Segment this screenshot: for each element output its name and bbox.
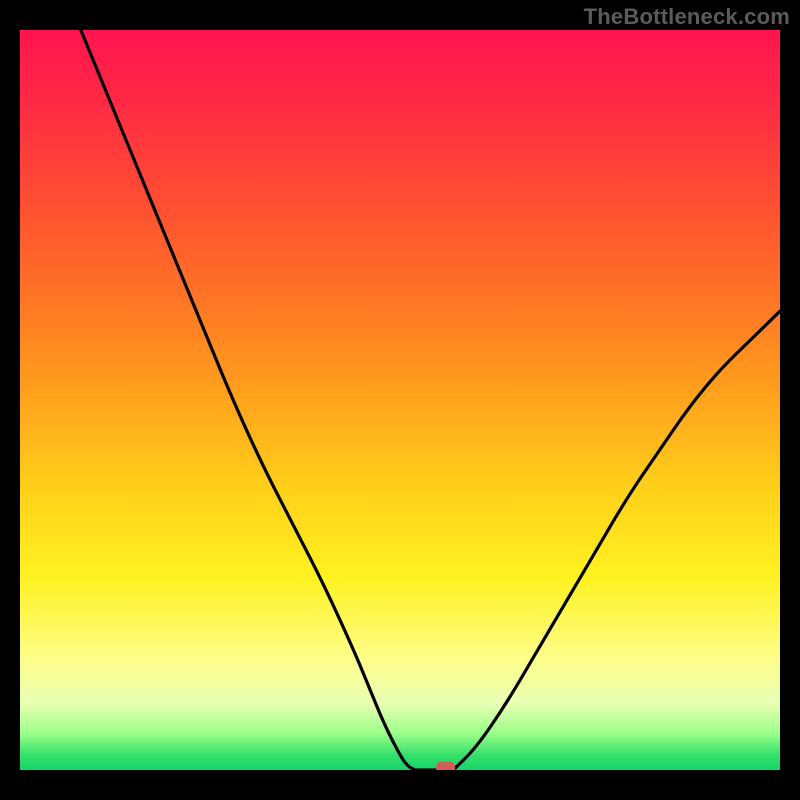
bottleneck-curve — [81, 30, 780, 770]
watermark-text: TheBottleneck.com — [584, 4, 790, 30]
curve-svg — [20, 30, 780, 770]
chart-frame: TheBottleneck.com — [0, 0, 800, 800]
optimal-marker — [437, 762, 455, 770]
plot-area — [20, 30, 780, 770]
